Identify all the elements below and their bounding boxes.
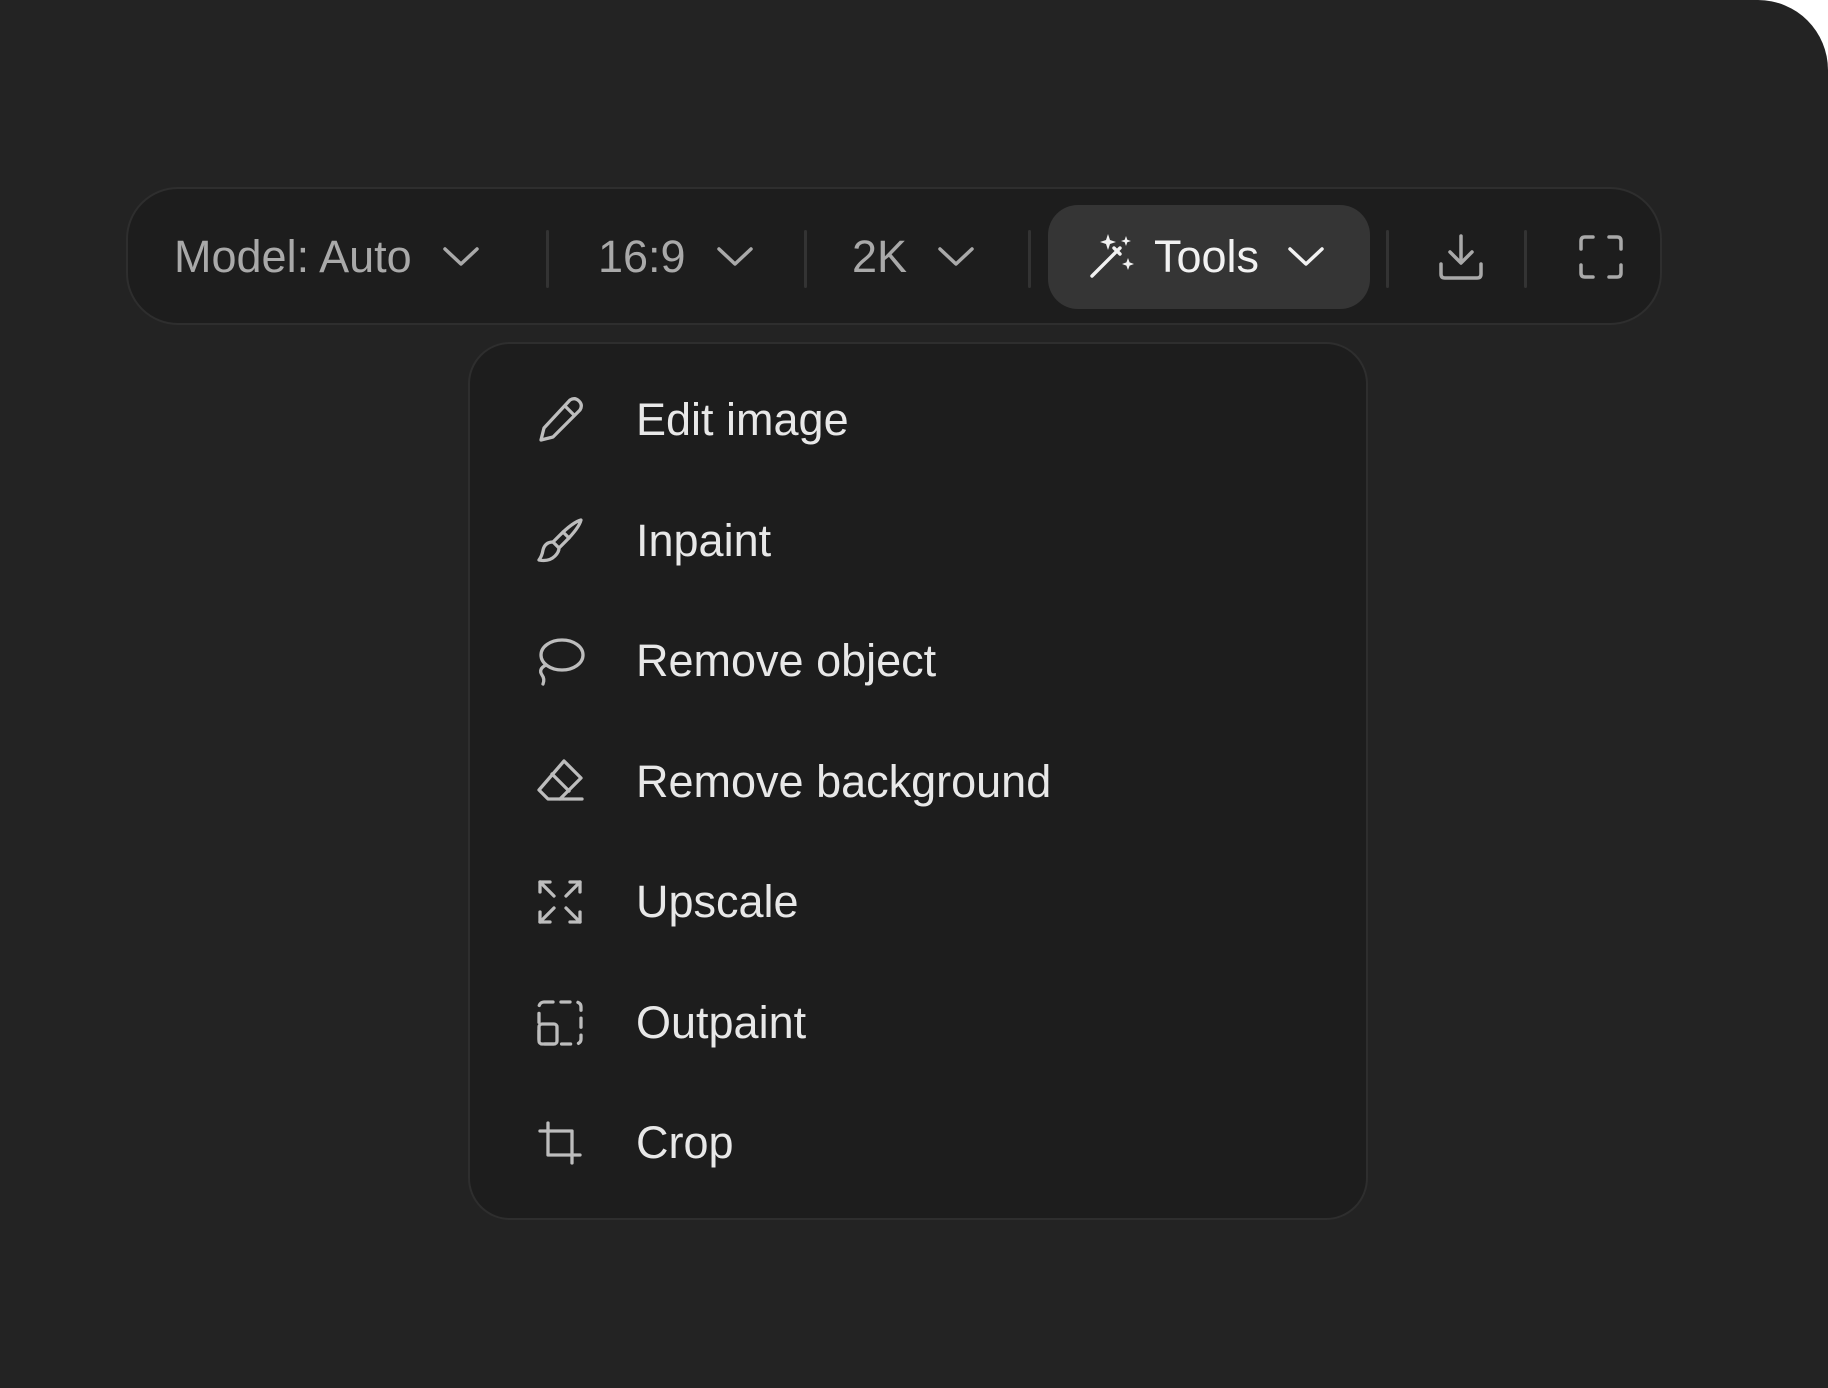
eraser-icon [532, 754, 588, 810]
download-button[interactable] [1424, 205, 1498, 309]
brush-icon [532, 513, 588, 569]
fullscreen-button[interactable] [1564, 205, 1638, 309]
fullscreen-icon [1577, 233, 1625, 281]
menu-item-edit-image[interactable]: Edit image [470, 360, 1366, 481]
menu-item-remove-object[interactable]: Remove object [470, 601, 1366, 722]
tools-button-label: Tools [1154, 231, 1260, 282]
outpaint-frame-icon [532, 995, 588, 1051]
lasso-icon [532, 633, 588, 689]
chevron-down-icon [442, 245, 480, 269]
menu-item-upscale[interactable]: Upscale [470, 842, 1366, 963]
menu-item-label: Inpaint [636, 514, 772, 566]
menu-item-label: Remove object [636, 635, 937, 687]
toolbar-divider [1524, 230, 1527, 288]
chevron-down-icon [937, 245, 975, 269]
menu-item-label: Crop [636, 1117, 734, 1169]
chevron-down-icon [1287, 245, 1325, 269]
aspect-ratio-label: 16:9 [598, 231, 686, 282]
resolution-selector[interactable]: 2K [852, 205, 1002, 309]
image-toolbar: Model: Auto 16:9 2K Tools [126, 187, 1662, 325]
aspect-ratio-selector[interactable]: 16:9 [598, 205, 768, 309]
app-canvas: Model: Auto 16:9 2K Tools Edit image Inp… [0, 0, 1828, 1388]
toolbar-divider [546, 230, 549, 288]
resolution-label: 2K [852, 231, 908, 282]
model-selector[interactable]: Model: Auto [174, 205, 524, 309]
menu-item-label: Remove background [636, 755, 1052, 807]
crop-icon [532, 1115, 588, 1171]
toolbar-divider [1386, 230, 1389, 288]
chevron-down-icon [716, 245, 754, 269]
model-selector-label: Model: Auto [174, 231, 412, 282]
download-icon [1437, 232, 1485, 282]
toolbar-divider [804, 230, 807, 288]
menu-item-label: Edit image [636, 394, 849, 446]
menu-item-inpaint[interactable]: Inpaint [470, 481, 1366, 602]
expand-arrows-icon [532, 874, 588, 930]
magic-wand-icon [1086, 232, 1136, 282]
menu-item-label: Upscale [636, 876, 799, 928]
toolbar-divider [1028, 230, 1031, 288]
menu-item-crop[interactable]: Crop [470, 1083, 1366, 1204]
tools-dropdown-menu: Edit image Inpaint Remove object Remove … [468, 342, 1368, 1220]
menu-item-label: Outpaint [636, 996, 807, 1048]
pencil-icon [532, 392, 588, 448]
tools-button[interactable]: Tools [1048, 205, 1370, 309]
menu-item-remove-background[interactable]: Remove background [470, 722, 1366, 843]
menu-item-outpaint[interactable]: Outpaint [470, 963, 1366, 1084]
